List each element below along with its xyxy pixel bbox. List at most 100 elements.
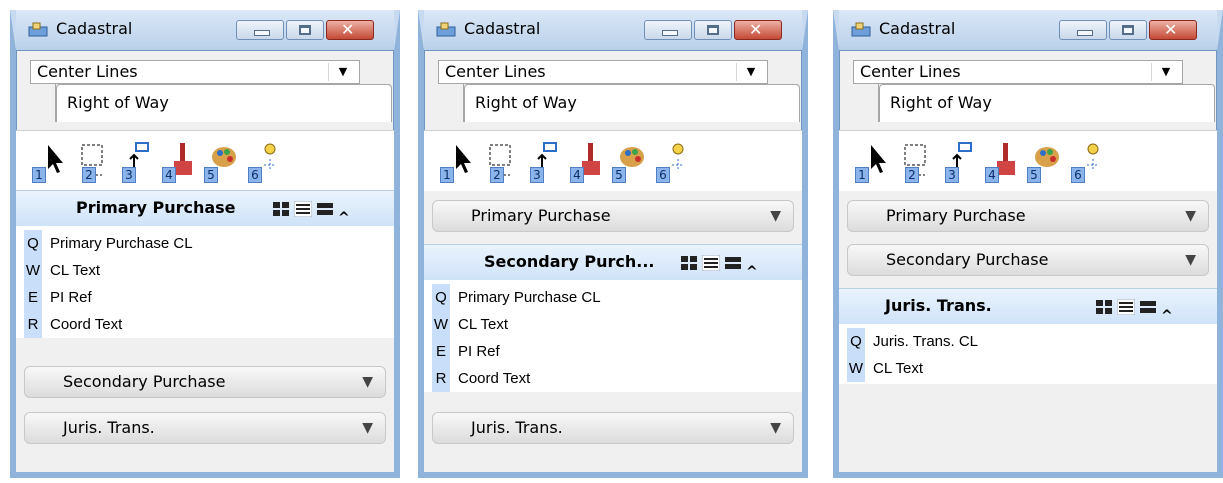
section-title: Secondary Purchase	[63, 372, 226, 391]
center-lines-dropdown[interactable]: Center Lines ▼	[30, 60, 360, 84]
tool-paint[interactable]: 4	[566, 139, 604, 183]
item-label: Primary Purchase CL	[50, 235, 193, 252]
item-hotkey: E	[24, 284, 42, 311]
grid-view-icon[interactable]	[1095, 299, 1113, 315]
close-button[interactable]: ✕	[734, 20, 782, 40]
item-hotkey: Q	[432, 284, 450, 311]
list-item[interactable]: W CL Text	[16, 257, 394, 284]
list-item[interactable]: Q Juris. Trans. CL	[839, 328, 1217, 355]
cadastral-app-icon	[436, 22, 456, 37]
list-item[interactable]: E PI Ref	[424, 338, 802, 365]
maximize-button[interactable]	[286, 20, 324, 40]
list-item[interactable]: Q Primary Purchase CL	[424, 284, 802, 311]
tool-select[interactable]: 1	[440, 139, 478, 183]
tool-number: 2	[490, 167, 504, 183]
title-bar[interactable]: Cadastral ✕	[839, 10, 1217, 50]
tool-palette[interactable]: 5	[200, 139, 238, 183]
minimize-icon	[662, 30, 678, 36]
maximize-button[interactable]	[694, 20, 732, 40]
tool-rectangle[interactable]: 2	[74, 139, 112, 183]
item-label: PI Ref	[458, 343, 500, 360]
item-hotkey: W	[432, 311, 450, 338]
section-secondary-purchase-header[interactable]: Secondary Purch... ^	[424, 244, 802, 280]
tab-right-of-way[interactable]: Right of Way	[879, 84, 1215, 122]
tool-select[interactable]: 1	[855, 139, 893, 183]
tool-number: 5	[204, 167, 218, 183]
list-item[interactable]: R Coord Text	[16, 311, 394, 338]
maximize-icon	[707, 25, 719, 35]
item-label: Coord Text	[50, 316, 123, 333]
list-item[interactable]: E PI Ref	[16, 284, 394, 311]
section-primary-purchase-header[interactable]: Primary Purchase ▼	[432, 200, 794, 232]
tab-right-of-way[interactable]: Right of Way	[56, 84, 392, 122]
tool-highlight[interactable]: 6	[242, 139, 280, 183]
grid-view-icon[interactable]	[680, 255, 698, 271]
section-title: Primary Purchase	[76, 198, 236, 217]
list-item[interactable]: W CL Text	[839, 355, 1217, 382]
maximize-button[interactable]	[1109, 20, 1147, 40]
section-juris-trans-header[interactable]: Juris. Trans. ^	[839, 288, 1217, 324]
section-secondary-purchase-header[interactable]: Secondary Purchase ▼	[847, 244, 1209, 276]
grid-view-icon[interactable]	[272, 201, 290, 217]
chevron-down-icon: ▼	[770, 420, 781, 436]
center-lines-dropdown[interactable]: Center Lines ▼	[853, 60, 1183, 84]
close-icon: ✕	[749, 20, 763, 39]
section-primary-purchase-header[interactable]: Primary Purchase ▼	[847, 200, 1209, 232]
tab-right-of-way[interactable]: Right of Way	[464, 84, 800, 122]
tool-palette[interactable]: 5	[608, 139, 646, 183]
tool-paint[interactable]: 4	[158, 139, 196, 183]
title-bar[interactable]: Cadastral ✕	[16, 10, 394, 50]
tool-rectangle[interactable]: 2	[482, 139, 520, 183]
item-label: CL Text	[873, 360, 924, 377]
chevron-down-icon[interactable]: ▼	[736, 63, 765, 81]
title-bar[interactable]: Cadastral ✕	[424, 10, 802, 50]
tool-number: 1	[440, 167, 454, 183]
tab-edge	[438, 84, 464, 122]
tool-place-text[interactable]: 3	[939, 139, 977, 183]
section-juris-trans-header[interactable]: Juris. Trans. ▼	[24, 412, 386, 444]
maximize-icon	[299, 25, 311, 35]
tool-paint[interactable]: 4	[981, 139, 1019, 183]
tool-select[interactable]: 1	[32, 139, 70, 183]
tool-number: 1	[855, 167, 869, 183]
center-lines-dropdown[interactable]: Center Lines ▼	[438, 60, 768, 84]
tab-edge	[30, 84, 56, 122]
chevron-down-icon[interactable]: ▼	[328, 63, 357, 81]
section-title: Secondary Purchase	[886, 250, 1049, 269]
chevron-down-icon: ▼	[1185, 208, 1196, 224]
list-item[interactable]: W CL Text	[424, 311, 802, 338]
tool-place-text[interactable]: 3	[524, 139, 562, 183]
section-juris-trans-header[interactable]: Juris. Trans. ▼	[432, 412, 794, 444]
item-hotkey: Q	[847, 328, 865, 355]
view-mode-icons: ^	[1095, 299, 1173, 324]
tool-place-text[interactable]: 3	[116, 139, 154, 183]
tool-highlight[interactable]: 6	[650, 139, 688, 183]
tool-number: 1	[32, 167, 46, 183]
tool-rectangle[interactable]: 2	[897, 139, 935, 183]
list-item[interactable]: Q Primary Purchase CL	[16, 230, 394, 257]
minimize-button[interactable]	[236, 20, 284, 40]
close-button[interactable]: ✕	[326, 20, 374, 40]
section-items: Q Juris. Trans. CL W CL Text	[839, 324, 1217, 384]
list-view-icon[interactable]	[1117, 299, 1135, 315]
section-title: Juris. Trans.	[471, 418, 563, 437]
section-primary-purchase-header[interactable]: Primary Purchase ^	[16, 190, 394, 226]
minimize-button[interactable]	[644, 20, 692, 40]
detail-view-icon[interactable]	[1139, 299, 1157, 315]
detail-view-icon[interactable]	[316, 201, 334, 217]
detail-view-icon[interactable]	[724, 255, 742, 271]
section-title: Juris. Trans.	[885, 296, 992, 315]
list-view-icon[interactable]	[294, 201, 312, 217]
tool-number: 6	[248, 167, 262, 183]
chevron-down-icon[interactable]: ▼	[1151, 63, 1180, 81]
dropdown-value: Center Lines	[445, 62, 546, 81]
item-label: Coord Text	[458, 370, 531, 387]
tool-number: 5	[1027, 167, 1041, 183]
tool-highlight[interactable]: 6	[1065, 139, 1103, 183]
list-item[interactable]: R Coord Text	[424, 365, 802, 392]
list-view-icon[interactable]	[702, 255, 720, 271]
close-button[interactable]: ✕	[1149, 20, 1197, 40]
minimize-button[interactable]	[1059, 20, 1107, 40]
tool-palette[interactable]: 5	[1023, 139, 1061, 183]
section-secondary-purchase-header[interactable]: Secondary Purchase ▼	[24, 366, 386, 398]
